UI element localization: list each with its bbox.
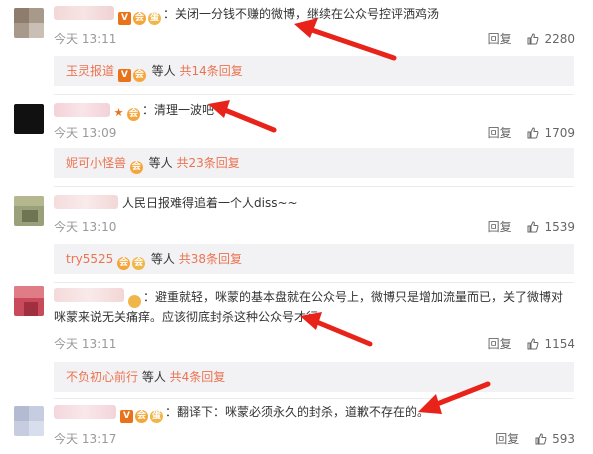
reply-button[interactable]: 回复 (488, 220, 512, 234)
star-badge-icon: ★ (113, 106, 124, 119)
medal-badge-icon: 会 (128, 295, 211, 308)
comment-time: 今天 13:10 (54, 220, 117, 234)
username[interactable] (54, 6, 114, 20)
comment-time: 今天 13:11 (54, 32, 117, 46)
verified-badge-icon: V (120, 410, 133, 423)
sub-reply-user[interactable]: try5525 (66, 252, 113, 266)
divider (54, 398, 574, 399)
reply-button[interactable]: 回复 (488, 337, 512, 351)
comment-text-line: ★ 会：清理一波吧 (112, 102, 214, 121)
comment-text-line: 人民日报难得追着一个人diss~~ (122, 195, 298, 211)
thumbs-up-icon (527, 338, 539, 350)
thumbs-up-icon (535, 433, 547, 445)
reply-button[interactable]: 回复 (495, 432, 519, 446)
reply-button[interactable]: 回复 (488, 32, 512, 46)
comment-time: 今天 13:11 (54, 337, 117, 351)
comment-text: ：清理一波吧 (142, 103, 215, 117)
avatar[interactable] (14, 196, 44, 226)
avatar[interactable] (14, 406, 44, 436)
sub-reply-count[interactable]: 共4条回复 (170, 370, 226, 384)
divider (54, 186, 574, 187)
thumbs-up-icon (527, 33, 539, 45)
avatar[interactable] (14, 104, 44, 134)
sub-reply-bar[interactable]: try5525 会会 等人 共38条回复 (54, 244, 574, 274)
comment-time: 今天 13:17 (54, 432, 117, 446)
comment-actions: 回复 1154 (488, 335, 575, 352)
username[interactable] (54, 103, 110, 117)
like-count: 1709 (544, 126, 575, 140)
comment-time: 今天 13:09 (54, 126, 117, 140)
like-button[interactable]: 593 (535, 432, 575, 446)
comment-actions: 回复 2280 (488, 30, 575, 47)
sub-reply-mid: 等人 (147, 64, 180, 78)
sub-reply-mid: 等人 (144, 156, 177, 170)
divider (54, 94, 574, 95)
comment-actions: 回复 593 (495, 430, 575, 447)
like-button[interactable]: 2280 (527, 32, 575, 46)
annotation-arrow-icon (418, 381, 491, 414)
reply-button[interactable]: 回复 (488, 126, 512, 140)
sub-reply-count[interactable]: 共38条回复 (179, 252, 242, 266)
sub-reply-bar[interactable]: 妮可小怪兽 会 等人 共23条回复 (54, 148, 574, 178)
member-badge-icon: 会 (127, 108, 140, 121)
sub-reply-user[interactable]: 不负初心前行 (66, 370, 138, 384)
sub-reply-count[interactable]: 共23条回复 (176, 156, 239, 170)
like-count: 593 (552, 432, 575, 446)
sub-reply-mid: 等人 (147, 252, 179, 266)
medal-badge-icon: 蛋 (148, 12, 161, 25)
like-count: 1154 (544, 337, 575, 351)
sub-reply-count[interactable]: 共14条回复 (179, 64, 242, 78)
sub-reply-bar[interactable]: 不负初心前行 等人 共4条回复 (54, 362, 574, 392)
divider (54, 282, 574, 283)
comment-actions: 回复 1539 (488, 218, 575, 235)
annotation-arrow-icon (300, 312, 373, 347)
username[interactable] (54, 405, 116, 419)
thumbs-up-icon (527, 221, 539, 233)
thumbs-up-icon (527, 127, 539, 139)
like-count: 1539 (544, 220, 575, 234)
avatar[interactable] (14, 8, 44, 38)
comment-text-line: V 会蛋：翻译下：咪蒙必须永久的封杀，道歉不存在的。 (120, 404, 429, 423)
verified-badge-icon: V (118, 12, 131, 25)
like-count: 2280 (544, 32, 575, 46)
member-badge-icon: 会 (129, 161, 143, 174)
member-badge-icon: 会 (133, 12, 146, 25)
sub-reply-user[interactable]: 妮可小怪兽 (66, 156, 126, 170)
like-button[interactable]: 1154 (527, 337, 575, 351)
avatar[interactable] (14, 286, 44, 316)
medal-badge-icon: 会 (132, 257, 146, 270)
comment-text: 人民日报难得追着一个人diss~~ (122, 196, 298, 210)
comment-actions: 回复 1709 (488, 124, 575, 141)
annotation-arrow-icon (294, 18, 397, 61)
like-button[interactable]: 1539 (527, 220, 575, 234)
member-badge-icon: 会 (117, 257, 131, 270)
member-badge-icon: 会 (132, 69, 146, 82)
sub-reply-user[interactable]: 玉灵报道 (66, 64, 114, 78)
medal-badge-icon: 蛋 (150, 410, 163, 423)
comment-text: ：翻译下：咪蒙必须永久的封杀，道歉不存在的。 (165, 405, 430, 419)
like-button[interactable]: 1709 (527, 126, 575, 140)
annotation-arrow-icon (208, 100, 277, 133)
verified-badge-icon: V (117, 69, 131, 82)
username[interactable] (54, 195, 118, 209)
member-badge-icon: 会 (135, 410, 148, 423)
sub-reply-mid: 等人 (138, 370, 170, 384)
